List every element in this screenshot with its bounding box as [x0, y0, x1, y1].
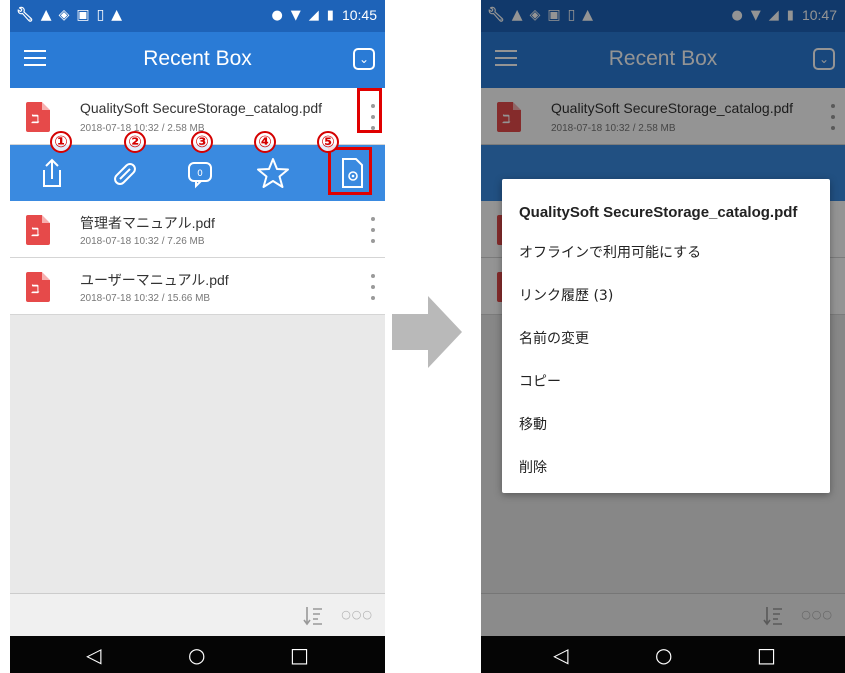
more-vert-icon[interactable] [371, 217, 375, 243]
arrow-right-icon [392, 296, 462, 368]
pdf-file-icon: ℶ [26, 102, 50, 132]
do-not-disturb-icon: ● [271, 7, 283, 23]
more-horiz-icon[interactable]: ○○○ [341, 608, 373, 621]
svg-text:0: 0 [197, 169, 203, 179]
file-name: 管理者マニュアル.pdf [80, 215, 215, 231]
home-icon[interactable]: ○ [655, 643, 672, 667]
menu-title: QualitySoft SecureStorage_catalog.pdf [519, 204, 798, 221]
home-icon[interactable]: ○ [188, 643, 205, 667]
phone-screen-right: 🔧︎ ▲ ◈ ▣ ▯ ▲ ● ▼ ◢ ▮ 10:47 Recent Box ⌄ … [481, 0, 845, 673]
star-icon[interactable] [255, 155, 291, 191]
notification-icons: 🔧︎ ▲ ◈ ▣ ▯ ▲ [16, 7, 122, 23]
screenshot-canvas: 🔧︎ ▲ ◈ ▣ ▯ ▲ ● ▼ ◢ ▮ 10:45 Recent Box ⌄ … [0, 0, 845, 673]
annotation-number-2: ② [124, 131, 146, 153]
menu-item-copy[interactable]: コピー [519, 371, 561, 391]
file-name: QualitySoft SecureStorage_catalog.pdf [80, 100, 323, 116]
annotation-number-4: ④ [254, 131, 276, 153]
android-nav-bar: ◁ ○ □ [481, 636, 845, 673]
back-icon[interactable]: ◁ [553, 643, 568, 667]
phone-screen-left: 🔧︎ ▲ ◈ ▣ ▯ ▲ ● ▼ ◢ ▮ 10:45 Recent Box ⌄ … [10, 0, 385, 673]
link-icon[interactable] [107, 155, 143, 191]
file-name: ユーザーマニュアル.pdf [80, 272, 229, 288]
share-icon[interactable] [34, 155, 70, 191]
sim-icon: ▯ [96, 7, 105, 23]
android-nav-bar: ◁ ○ □ [10, 636, 385, 673]
menu-item-move[interactable]: 移動 [519, 414, 547, 434]
recent-apps-icon[interactable]: □ [290, 643, 309, 667]
pdf-file-icon: ℶ [26, 215, 50, 245]
back-icon[interactable]: ◁ [86, 643, 101, 667]
annotation-number-3: ③ [191, 131, 213, 153]
more-vert-icon[interactable] [371, 274, 375, 300]
sort-icon[interactable] [303, 605, 323, 627]
recent-apps-icon[interactable]: □ [757, 643, 776, 667]
highlight-box-more-menu [357, 88, 382, 133]
app-bar: Recent Box ⌄ [10, 32, 385, 88]
shield-icon: ◈ [58, 7, 70, 23]
signal-icon: ◢ [308, 7, 319, 23]
page-title: Recent Box [143, 47, 252, 70]
chevron-down-icon[interactable]: ⌄ [353, 48, 375, 70]
list-item[interactable]: ℶ 管理者マニュアル.pdf 2018-07-18 10:32 / 7.26 M… [10, 201, 385, 258]
status-bar: 🔧︎ ▲ ◈ ▣ ▯ ▲ ● ▼ ◢ ▮ 10:45 [10, 0, 385, 32]
clock: 10:45 [341, 7, 377, 23]
annotation-number-5: ⑤ [317, 131, 339, 153]
menu-item-offline[interactable]: オフラインで利用可能にする [519, 242, 701, 262]
file-list: ℶ QualitySoft SecureStorage_catalog.pdf … [10, 88, 385, 315]
annotation-number-1: ① [50, 131, 72, 153]
menu-item-delete[interactable]: 削除 [519, 457, 547, 477]
list-item[interactable]: ℶ ユーザーマニュアル.pdf 2018-07-18 10:32 / 15.66… [10, 258, 385, 315]
highlight-box-settings [328, 147, 372, 195]
wifi-icon: ▼ [290, 7, 301, 23]
file-meta: 2018-07-18 10:32 / 15.66 MB [80, 293, 211, 304]
warning-icon: ▲ [40, 7, 52, 23]
file-meta: 2018-07-18 10:32 / 7.26 MB [80, 236, 205, 247]
pdf-file-icon: ℶ [26, 272, 50, 302]
wrench-icon: 🔧︎ [16, 7, 34, 23]
warning-icon: ▲ [111, 7, 123, 23]
battery-icon: ▮ [326, 7, 334, 23]
menu-item-rename[interactable]: 名前の変更 [519, 328, 589, 348]
system-icons: ● ▼ ◢ ▮ 10:45 [271, 7, 377, 23]
image-icon: ▣ [76, 7, 90, 23]
file-meta: 2018-07-18 10:32 / 2.58 MB [80, 123, 205, 134]
file-context-menu: QualitySoft SecureStorage_catalog.pdf オフ… [502, 179, 830, 493]
comment-icon[interactable]: 0 [182, 155, 218, 191]
menu-item-link-history[interactable]: リンク履歴 (3) [519, 285, 613, 305]
bottom-toolbar: ○○○ [10, 593, 385, 636]
